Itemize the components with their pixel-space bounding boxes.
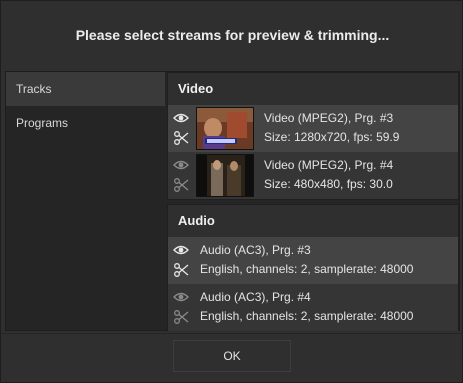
video-stream-1-details: Size: 1280x720, fps: 59.9 bbox=[264, 130, 400, 144]
streams-panel: Tracks Programs Video Video (MPEG2), Prg… bbox=[5, 71, 460, 331]
sidebar: Tracks Programs bbox=[6, 72, 165, 330]
sidebar-item-programs[interactable]: Programs bbox=[6, 106, 165, 140]
scissors-icon[interactable] bbox=[173, 130, 189, 146]
scissors-icon[interactable] bbox=[173, 309, 189, 325]
dialog-title: Please select streams for preview & trim… bbox=[75, 27, 390, 43]
scissors-icon[interactable] bbox=[173, 262, 189, 278]
ok-button[interactable]: OK bbox=[173, 340, 291, 372]
streams-content: Video Video (MPEG2), Prg. #3 Size: 1280x… bbox=[167, 72, 459, 331]
eye-icon[interactable] bbox=[173, 157, 189, 173]
sidebar-item-tracks[interactable]: Tracks bbox=[6, 72, 165, 106]
audio-section: Audio Audio (AC3), Prg. #3 English, chan… bbox=[167, 204, 459, 331]
audio-stream-row-2[interactable]: Audio (AC3), Prg. #4 English, channels: … bbox=[168, 284, 458, 331]
audio-stream-row-1[interactable]: Audio (AC3), Prg. #3 English, channels: … bbox=[168, 237, 458, 284]
audio-stream-1-title: Audio (AC3), Prg. #3 bbox=[200, 243, 311, 257]
audio-stream-2-details: English, channels: 2, samplerate: 48000 bbox=[200, 309, 414, 323]
video-stream-row-1[interactable]: Video (MPEG2), Prg. #3 Size: 1280x720, f… bbox=[168, 105, 458, 152]
eye-icon[interactable] bbox=[173, 289, 189, 305]
stream-selection-dialog: Please select streams for preview & trim… bbox=[0, 0, 463, 383]
audio-section-header: Audio bbox=[168, 205, 458, 237]
video-section-header: Video bbox=[168, 73, 458, 105]
scissors-icon[interactable] bbox=[173, 177, 189, 193]
video-thumbnail-1 bbox=[196, 107, 254, 150]
video-stream-2-details: Size: 480x480, fps: 30.0 bbox=[264, 177, 393, 191]
eye-icon[interactable] bbox=[173, 242, 189, 258]
video-stream-2-title: Video (MPEG2), Prg. #4 bbox=[264, 158, 394, 172]
video-stream-row-2[interactable]: Video (MPEG2), Prg. #4 Size: 480x480, fp… bbox=[168, 152, 458, 199]
audio-stream-1-details: English, channels: 2, samplerate: 48000 bbox=[200, 262, 414, 276]
video-thumbnail-2 bbox=[196, 154, 254, 197]
audio-stream-2-title: Audio (AC3), Prg. #4 bbox=[200, 290, 311, 304]
footer-divider bbox=[1, 333, 463, 334]
eye-icon[interactable] bbox=[173, 110, 189, 126]
video-stream-1-title: Video (MPEG2), Prg. #3 bbox=[264, 111, 394, 125]
video-section: Video Video (MPEG2), Prg. #3 Size: 1280x… bbox=[167, 72, 459, 200]
